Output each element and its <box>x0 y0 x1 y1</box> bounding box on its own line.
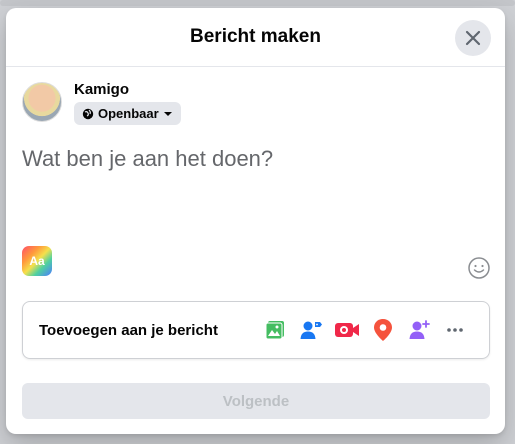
live-video-button[interactable] <box>329 312 365 348</box>
photo-video-icon <box>265 321 284 340</box>
more-options-button[interactable] <box>437 312 473 348</box>
add-to-post-bar: Toevoegen aan je bericht <box>22 301 490 359</box>
live-video-icon <box>335 323 359 337</box>
smiley-icon <box>468 257 490 279</box>
backdrop-bar <box>0 0 515 6</box>
avatar <box>22 82 62 122</box>
add-to-post-label: Toevoegen aan je bericht <box>39 321 218 339</box>
author-name: Kamigo <box>74 81 130 98</box>
tag-people-icon <box>300 321 322 339</box>
more-icon <box>447 328 463 332</box>
invite-people-button[interactable] <box>401 312 437 348</box>
create-post-dialog: Bericht maken Kamigo Openbaar Wat ben je… <box>6 8 505 434</box>
author-row: Kamigo Openbaar <box>22 82 181 125</box>
globe-icon <box>82 108 94 119</box>
privacy-selector[interactable]: Openbaar <box>74 102 181 125</box>
style-button-label: Aa <box>29 254 45 268</box>
check-in-icon <box>374 319 392 341</box>
dialog-header: Bericht maken <box>6 8 505 67</box>
next-button-label: Volgende <box>222 392 290 410</box>
close-button[interactable] <box>455 20 491 56</box>
photo-video-button[interactable] <box>257 312 293 348</box>
background-style-button[interactable]: Aa <box>22 246 52 276</box>
caret-down-icon <box>163 111 172 116</box>
post-text-input[interactable]: Wat ben je aan het doen? <box>22 146 273 172</box>
tag-people-button[interactable] <box>293 312 329 348</box>
close-icon <box>465 30 481 46</box>
check-in-button[interactable] <box>365 312 401 348</box>
privacy-label: Openbaar <box>98 106 159 121</box>
dialog-title: Bericht maken <box>190 26 321 47</box>
invite-people-icon <box>409 320 430 339</box>
emoji-button[interactable] <box>467 256 491 280</box>
next-button[interactable]: Volgende <box>22 383 490 419</box>
